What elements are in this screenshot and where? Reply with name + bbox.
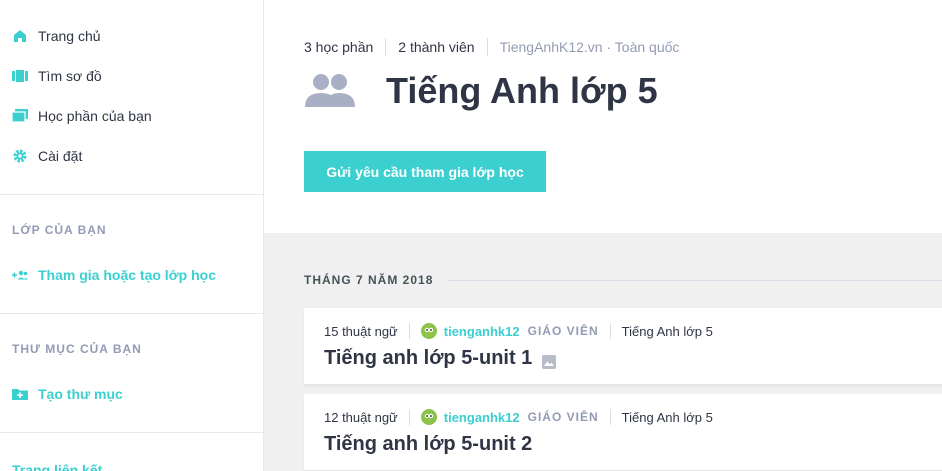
- meta-separator: [486, 38, 488, 56]
- sidebar-item-label: Trang chủ: [38, 28, 101, 44]
- app-root: Trang chủ Tìm sơ đồ Học phần của bạn Cài…: [0, 0, 942, 471]
- author-role: GIÁO VIÊN: [527, 324, 599, 338]
- home-icon: [12, 28, 28, 44]
- author-link[interactable]: tienganhk12: [444, 324, 520, 339]
- month-divider: [447, 279, 942, 281]
- study-set-title-text: Tiếng anh lớp 5-unit 2: [324, 433, 533, 455]
- study-set-title[interactable]: Tiếng anh lớp 5-unit 2: [324, 433, 924, 456]
- study-set-meta: 15 thuật ngữ tienganhk12 GIÁO VIÊN Tiếng…: [324, 321, 924, 341]
- classes-heading: LỚP CỦA BẠN: [12, 223, 107, 237]
- sidebar-item-label: Học phần của bạn: [38, 108, 152, 124]
- study-set-meta: 12 thuật ngữ tienganhk12 GIÁO VIÊN Tiếng…: [324, 407, 924, 427]
- sidebar-partial-link[interactable]: Trang liên kết: [12, 462, 102, 471]
- study-set-card[interactable]: 15 thuật ngữ tienganhk12 GIÁO VIÊN Tiếng…: [304, 308, 942, 384]
- meta-separator: [408, 323, 410, 339]
- author-role: GIÁO VIÊN: [527, 410, 599, 424]
- sidebar-nav: Trang chủ Tìm sơ đồ Học phần của bạn Cài…: [0, 0, 263, 176]
- author-link[interactable]: tienganhk12: [444, 410, 520, 425]
- study-set-card[interactable]: 12 thuật ngữ tienganhk12 GIÁO VIÊN Tiếng…: [304, 394, 942, 470]
- meta-separator: [408, 409, 410, 425]
- sidebar-item-study-sets[interactable]: Học phần của bạn: [0, 96, 263, 136]
- join-or-create-class-link[interactable]: Tham gia hoặc tạo lớp học: [0, 267, 263, 283]
- create-folder-link[interactable]: Tạo thư mục: [0, 386, 263, 402]
- term-count: 15 thuật ngữ: [324, 323, 398, 339]
- sidebar-item-settings[interactable]: Cài đặt: [0, 136, 263, 176]
- sidebar-item-label: Tìm sơ đồ: [38, 68, 102, 84]
- sidebar-divider: [0, 432, 263, 433]
- page-title: Tiếng Anh lớp 5: [386, 70, 658, 111]
- avatar: [420, 409, 437, 425]
- sidebar-divider: [0, 313, 263, 314]
- meta-separator: [385, 38, 387, 56]
- month-group-header: THÁNG 7 NĂM 2018: [304, 273, 942, 287]
- create-folder-label: Tạo thư mục: [38, 386, 123, 402]
- study-sets-area: THÁNG 7 NĂM 2018 15 thuật ngữ tienganhk1…: [264, 233, 942, 471]
- group-icon: [304, 71, 356, 111]
- cards-icon: [12, 68, 28, 84]
- set-count[interactable]: 3 học phần: [304, 39, 373, 55]
- folders-heading: THƯ MỤC CỦA BẠN: [12, 342, 142, 356]
- study-sets-icon: [12, 108, 28, 124]
- study-set-title-text: Tiếng anh lớp 5-unit 1: [324, 347, 533, 369]
- set-class-name: Tiếng Anh lớp 5: [621, 323, 713, 339]
- sidebar-item-label: Cài đặt: [38, 148, 83, 164]
- class-meta: 3 học phần 2 thành viên TiengAnhK12.vn ·…: [304, 38, 679, 56]
- set-class-name: Tiếng Anh lớp 5: [621, 409, 713, 425]
- meta-separator: [609, 409, 611, 425]
- image-icon: [542, 352, 557, 369]
- school-info: TiengAnhK12.vn · Toàn quốc: [499, 39, 680, 55]
- sidebar: Trang chủ Tìm sơ đồ Học phần của bạn Cài…: [0, 0, 264, 471]
- sidebar-item-home[interactable]: Trang chủ: [0, 16, 263, 56]
- sidebar-divider: [0, 194, 263, 195]
- meta-separator: [609, 323, 611, 339]
- month-label: THÁNG 7 NĂM 2018: [304, 273, 434, 287]
- request-join-class-button[interactable]: Gửi yêu cầu tham gia lớp học: [304, 151, 546, 192]
- gear-icon: [12, 148, 28, 164]
- avatar: [420, 323, 437, 339]
- study-set-title[interactable]: Tiếng anh lớp 5-unit 1: [324, 347, 924, 370]
- title-row: Tiếng Anh lớp 5: [304, 70, 658, 112]
- add-folder-icon: [12, 386, 28, 402]
- term-count: 12 thuật ngữ: [324, 409, 398, 425]
- join-class-label: Tham gia hoặc tạo lớp học: [38, 267, 216, 283]
- class-header: 3 học phần 2 thành viên TiengAnhK12.vn ·…: [264, 0, 942, 233]
- add-group-icon: [12, 267, 28, 283]
- member-count[interactable]: 2 thành viên: [398, 39, 474, 55]
- sidebar-item-find[interactable]: Tìm sơ đồ: [0, 56, 263, 96]
